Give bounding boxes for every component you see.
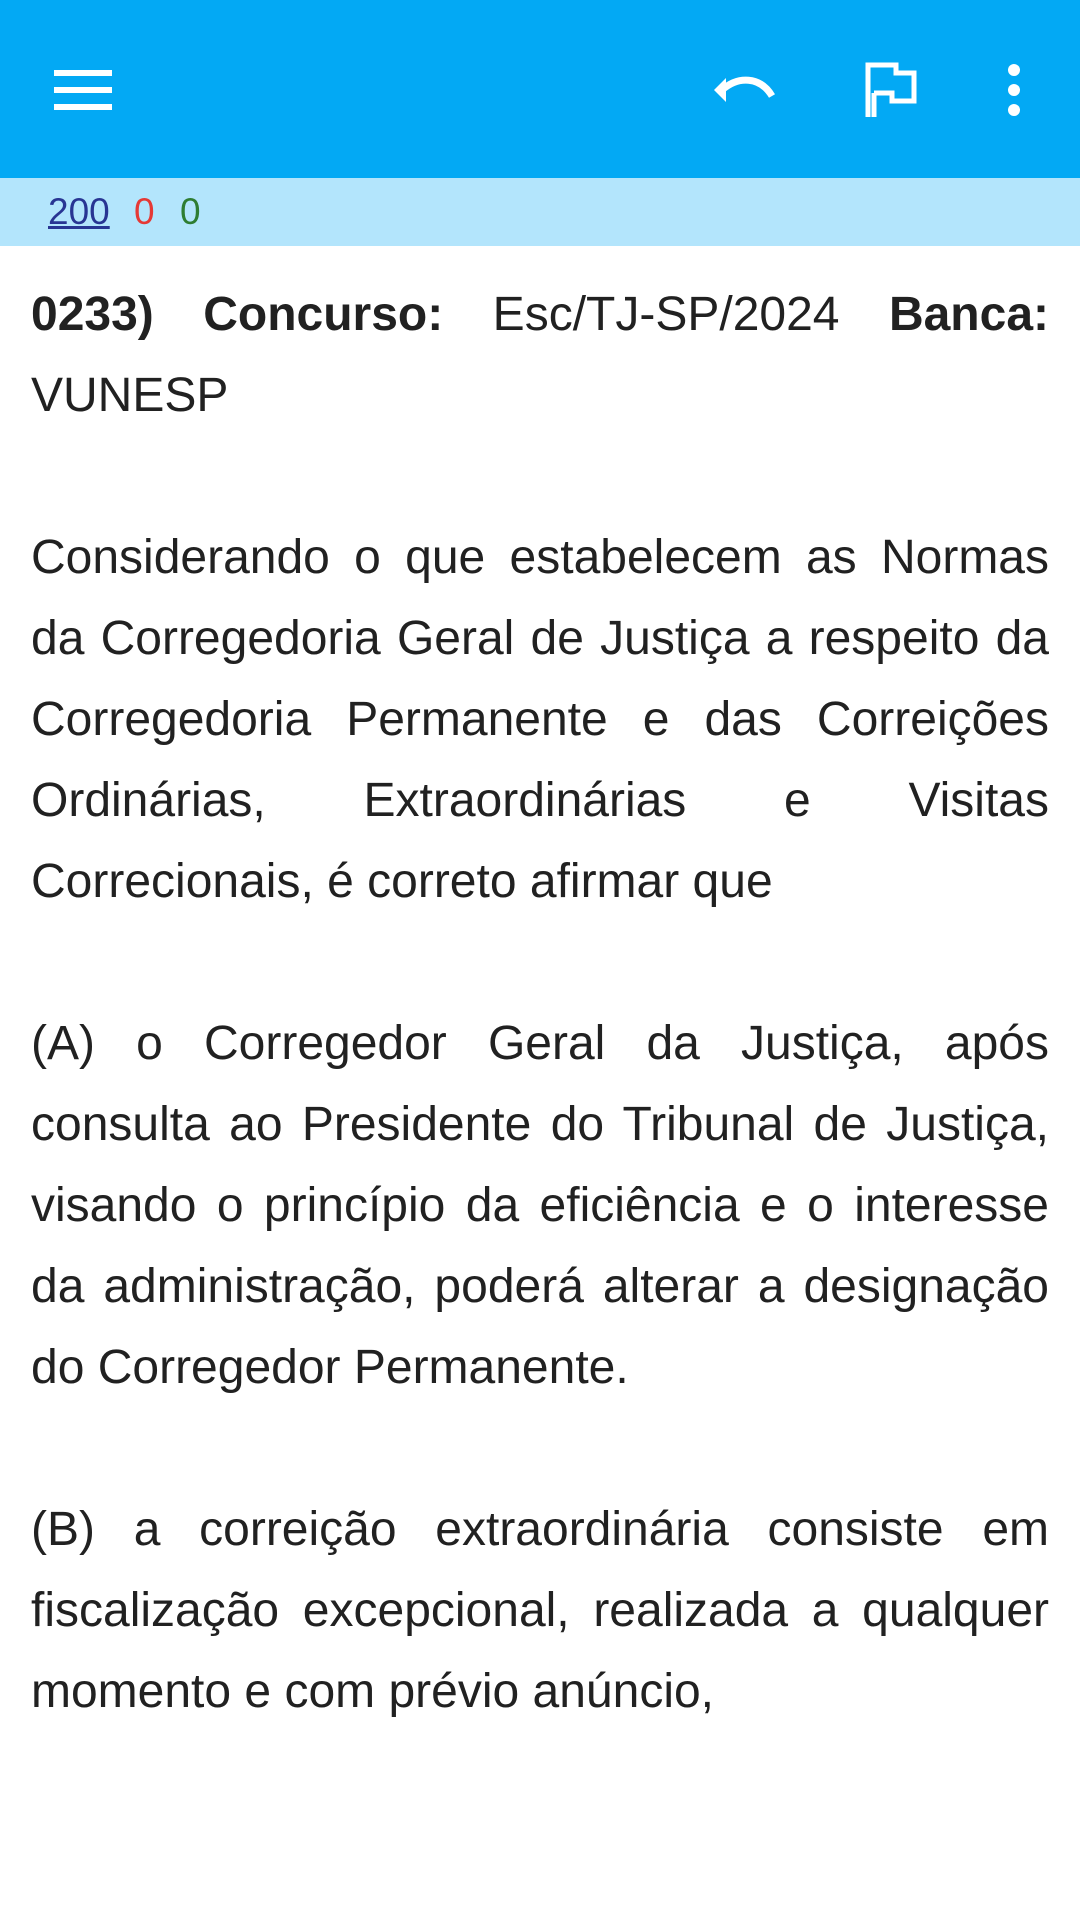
question-statement: Considerando o que estabelecem as Normas…	[31, 531, 1049, 908]
score-wrong-count: 0	[134, 191, 155, 232]
banca-value: VUNESP	[31, 369, 229, 422]
more-options-button[interactable]	[964, 40, 1064, 140]
flag-button[interactable]	[840, 40, 940, 140]
option-letter: (A)	[31, 1017, 95, 1070]
option-text: a correição extraordinária consiste em f…	[31, 1503, 1049, 1718]
concurso-value: Esc/TJ-SP/2024	[492, 288, 840, 341]
score-bar: 200 0 0	[0, 178, 1080, 246]
undo-button[interactable]	[694, 40, 794, 140]
option-a[interactable]: (A) o Corregedor Geral da Justiça, após …	[31, 1003, 1049, 1408]
undo-icon	[714, 76, 775, 102]
option-b[interactable]: (B) a correição extraordinária consiste …	[31, 1489, 1049, 1732]
option-text: o Corregedor Geral da Justiça, após cons…	[31, 1017, 1049, 1394]
menu-button[interactable]	[34, 40, 134, 140]
question-content: 0233) Concurso: Esc/TJ-SP/2024 Banca: VU…	[31, 274, 1049, 1732]
menu-icon	[54, 70, 112, 110]
score-right-count: 0	[180, 191, 201, 232]
question-header: 0233) Concurso: Esc/TJ-SP/2024 Banca: VU…	[31, 274, 1049, 436]
score-total-link[interactable]: 200	[48, 190, 110, 234]
option-letter: (B)	[31, 1503, 95, 1556]
app-toolbar	[0, 0, 1080, 178]
question-number: 0233)	[31, 288, 154, 341]
banca-label: Banca:	[888, 288, 1049, 341]
concurso-label: Concurso:	[203, 288, 444, 341]
more-vert-icon	[1008, 64, 1020, 116]
flag-icon	[865, 62, 917, 117]
